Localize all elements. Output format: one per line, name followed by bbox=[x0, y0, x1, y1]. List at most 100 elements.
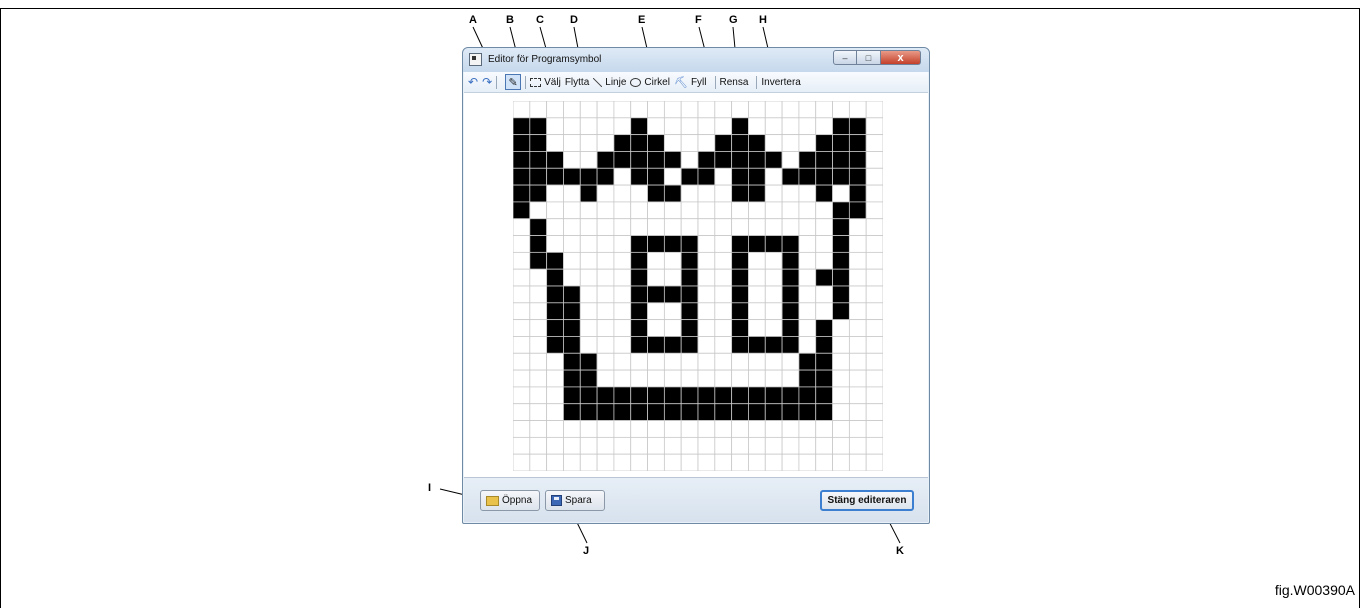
pixel-cell[interactable] bbox=[714, 403, 733, 421]
pixel-cell[interactable] bbox=[731, 336, 749, 354]
pixel-cell[interactable] bbox=[613, 319, 632, 337]
pixel-cell[interactable] bbox=[764, 218, 783, 236]
pixel-cell[interactable] bbox=[848, 453, 867, 471]
pixel-cell[interactable] bbox=[596, 201, 615, 220]
pixel-cell[interactable] bbox=[663, 101, 682, 119]
pixel-cell[interactable] bbox=[630, 184, 648, 203]
pixel-cell[interactable] bbox=[546, 420, 564, 438]
pixel-cell[interactable] bbox=[680, 302, 699, 321]
pixel-cell[interactable] bbox=[579, 184, 598, 203]
pixel-cell[interactable] bbox=[596, 117, 615, 136]
pixel-cell[interactable] bbox=[764, 285, 783, 304]
pixel-cell[interactable] bbox=[764, 184, 783, 203]
pixel-cell[interactable] bbox=[714, 336, 733, 354]
pixel-cell[interactable] bbox=[546, 151, 564, 169]
pixel-cell[interactable] bbox=[647, 319, 665, 337]
pixel-cell[interactable] bbox=[815, 184, 833, 203]
pixel-cell[interactable] bbox=[680, 285, 699, 304]
pixel-cell[interactable] bbox=[697, 319, 716, 337]
pixel-cell[interactable] bbox=[579, 319, 598, 337]
pixel-cell[interactable] bbox=[714, 251, 733, 270]
pixel-cell[interactable] bbox=[798, 285, 817, 304]
pixel-cell[interactable] bbox=[613, 134, 632, 152]
pixel-cell[interactable] bbox=[579, 403, 598, 421]
pixel-cell[interactable] bbox=[579, 420, 598, 438]
pixel-cell[interactable] bbox=[663, 436, 682, 455]
pixel-cell[interactable] bbox=[546, 369, 564, 388]
pixel-cell[interactable] bbox=[647, 453, 665, 471]
pixel-cell[interactable] bbox=[647, 386, 665, 405]
pixel-cell[interactable] bbox=[731, 134, 749, 152]
pixel-cell[interactable] bbox=[647, 336, 665, 354]
pixel-cell[interactable] bbox=[546, 285, 564, 304]
pixel-cell[interactable] bbox=[815, 285, 833, 304]
pixel-cell[interactable] bbox=[647, 352, 665, 371]
pixel-cell[interactable] bbox=[579, 336, 598, 354]
pixel-cell[interactable] bbox=[764, 251, 783, 270]
pixel-cell[interactable] bbox=[529, 352, 548, 371]
pixel-cell[interactable] bbox=[848, 117, 867, 136]
pixel-cell[interactable] bbox=[865, 235, 883, 253]
pixel-cell[interactable] bbox=[798, 336, 817, 354]
pixel-cell[interactable] bbox=[563, 151, 581, 169]
pixel-cell[interactable] bbox=[630, 117, 648, 136]
pixel-cell[interactable] bbox=[579, 453, 598, 471]
pixel-cell[interactable] bbox=[613, 167, 632, 186]
pixel-cell[interactable] bbox=[731, 420, 749, 438]
pixel-cell[interactable] bbox=[529, 336, 548, 354]
pixel-cell[interactable] bbox=[529, 268, 548, 287]
pixel-cell[interactable] bbox=[697, 184, 716, 203]
pixel-cell[interactable] bbox=[832, 167, 850, 186]
pixel-cell[interactable] bbox=[748, 101, 766, 119]
pixel-cell[interactable] bbox=[613, 352, 632, 371]
open-button[interactable]: Öppna bbox=[480, 490, 540, 511]
pixel-cell[interactable] bbox=[714, 117, 733, 136]
pixel-cell[interactable] bbox=[563, 134, 581, 152]
pixel-cell[interactable] bbox=[848, 352, 867, 371]
pixel-cell[interactable] bbox=[731, 184, 749, 203]
pixel-cell[interactable] bbox=[865, 336, 883, 354]
pixel-cell[interactable] bbox=[815, 235, 833, 253]
pixel-cell[interactable] bbox=[680, 117, 699, 136]
maximize-button[interactable]: □ bbox=[857, 50, 881, 65]
pixel-cell[interactable] bbox=[513, 369, 531, 388]
pixel-cell[interactable] bbox=[613, 436, 632, 455]
pixel-cell[interactable] bbox=[613, 285, 632, 304]
pixel-cell[interactable] bbox=[714, 218, 733, 236]
pixel-cell[interactable] bbox=[663, 403, 682, 421]
pixel-cell[interactable] bbox=[798, 319, 817, 337]
pixel-cell[interactable] bbox=[529, 117, 548, 136]
pixel-cell[interactable] bbox=[563, 101, 581, 119]
pixel-cell[interactable] bbox=[647, 420, 665, 438]
pixel-cell[interactable] bbox=[546, 302, 564, 321]
pixel-cell[interactable] bbox=[748, 319, 766, 337]
pixel-cell[interactable] bbox=[596, 386, 615, 405]
pixel-cell[interactable] bbox=[832, 386, 850, 405]
pixel-cell[interactable] bbox=[546, 403, 564, 421]
pixel-cell[interactable] bbox=[596, 235, 615, 253]
pixel-cell[interactable] bbox=[596, 336, 615, 354]
pixel-cell[interactable] bbox=[596, 167, 615, 186]
pixel-cell[interactable] bbox=[647, 117, 665, 136]
pixel-cell[interactable] bbox=[680, 453, 699, 471]
pixel-cell[interactable] bbox=[563, 251, 581, 270]
pixel-cell[interactable] bbox=[663, 386, 682, 405]
pixel-cell[interactable] bbox=[764, 420, 783, 438]
pixel-cell[interactable] bbox=[697, 302, 716, 321]
pixel-cell[interactable] bbox=[748, 201, 766, 220]
pixel-cell[interactable] bbox=[714, 352, 733, 371]
pixel-cell[interactable] bbox=[697, 436, 716, 455]
pixel-cell[interactable] bbox=[563, 302, 581, 321]
close-window-button[interactable]: x bbox=[881, 50, 921, 65]
pixel-cell[interactable] bbox=[781, 268, 800, 287]
pixel-cell[interactable] bbox=[764, 319, 783, 337]
pixel-cell[interactable] bbox=[630, 386, 648, 405]
pixel-cell[interactable] bbox=[596, 352, 615, 371]
pixel-cell[interactable] bbox=[663, 268, 682, 287]
pixel-cell[interactable] bbox=[529, 218, 548, 236]
pixel-cell[interactable] bbox=[647, 251, 665, 270]
pixel-cell[interactable] bbox=[613, 403, 632, 421]
pixel-cell[interactable] bbox=[815, 268, 833, 287]
pixel-cell[interactable] bbox=[865, 184, 883, 203]
pixel-cell[interactable] bbox=[731, 453, 749, 471]
